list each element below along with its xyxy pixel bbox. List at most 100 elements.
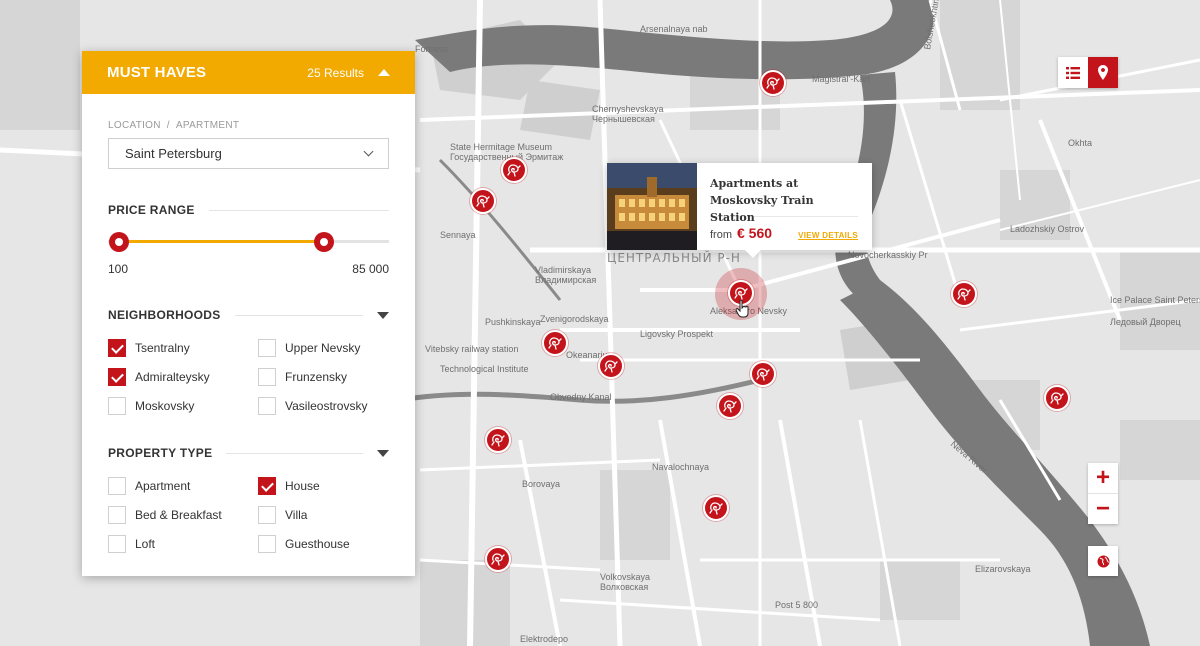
checkbox[interactable] [108,506,126,524]
map-marker[interactable] [703,495,729,521]
map-label-navalochnaya: Navalochnaya [652,462,709,472]
zoom-in-button[interactable]: + [1088,463,1118,493]
map-pin-icon [1098,65,1108,80]
map-marker[interactable] [760,70,786,96]
collapse-caret-icon[interactable] [378,69,390,76]
rose-logo-icon [756,368,770,381]
results-count: 25 Results [307,65,364,80]
neighborhood-option-upper-nevsky[interactable]: Upper Nevsky [258,339,398,357]
checkbox-label: Apartment [135,479,191,493]
checkbox-label: Guesthouse [285,537,350,551]
neighborhoods-header[interactable]: NEIGHBORHOODS [108,308,389,322]
checkbox-label: Vasileostrovsky [285,399,368,413]
rose-logo-icon [766,77,780,90]
minus-icon: − [1095,495,1110,522]
checkbox[interactable] [108,535,126,553]
breadcrumb-apartment[interactable]: APARTMENT [176,120,239,131]
map-marker[interactable] [485,546,511,572]
property-option-guesthouse[interactable]: Guesthouse [258,535,398,553]
map-marker[interactable] [542,330,568,356]
property-option-loft[interactable]: Loft [108,535,258,553]
neighborhood-option-moskovsky[interactable]: Moskovsky [108,397,258,415]
checkbox-label: Upper Nevsky [285,341,361,355]
filter-panel: MUST HAVES 25 Results LOCATION / APARTMENT… [82,51,415,576]
map-marker[interactable] [717,393,743,419]
checkbox[interactable] [108,477,126,495]
neighborhoods-list: Tsentralny Upper Nevsky Admiralteysky Fr… [108,339,389,415]
checkbox[interactable] [258,397,276,415]
rose-logo-icon [1050,392,1064,405]
map-label-elektrodepo: Elektrodepo [520,634,568,644]
location-value: Saint Petersburg [125,146,222,161]
map-label-tech-inst: Technological Institute [440,364,529,374]
checkbox[interactable] [258,506,276,524]
map-marker[interactable] [485,427,511,453]
map-label-magistral: Magistral'-Kart [812,74,870,84]
slider-min-handle[interactable] [109,232,129,252]
map-label-elizarovskaya: Elizarovskaya [975,564,1031,574]
expand-caret-icon[interactable] [377,311,389,319]
checkbox-label: Moskovsky [135,399,195,413]
hand-cursor-icon [736,300,749,318]
slider-fill [119,240,324,243]
map-label-hermitage: State Hermitage Museum [450,142,552,152]
zoom-out-button[interactable]: − [1088,494,1118,524]
checkbox[interactable] [108,339,126,357]
map-marker[interactable] [1044,385,1070,411]
checkbox[interactable] [258,339,276,357]
price-min-value: 100 [108,262,129,276]
breadcrumb-location[interactable]: LOCATION [108,120,161,131]
view-details-link[interactable]: VIEW DETAILS [798,231,858,240]
rose-logo-icon [723,400,737,413]
map-label-ladozhsky: Ladozhskiy Ostrov [1010,224,1085,234]
checkbox-label: Tsentralny [135,341,190,355]
map-marker[interactable] [501,157,527,183]
divider [226,452,363,454]
rose-logo-icon [491,553,505,566]
price-prefix: from [710,229,732,241]
neighborhood-option-vasileostrovsky[interactable]: Vasileostrovsky [258,397,398,415]
checkbox[interactable] [258,535,276,553]
property-option-apartment[interactable]: Apartment [108,477,258,495]
checkbox[interactable] [108,368,126,386]
property-type-header[interactable]: PROPERTY TYPE [108,446,389,460]
list-view-button[interactable] [1058,57,1088,88]
property-option-house[interactable]: House [258,477,398,495]
map-label-arsenalnaya: Arsenalnaya nab [640,24,708,34]
globe-button[interactable] [1088,546,1118,576]
checkbox[interactable] [258,477,276,495]
checkbox[interactable] [258,368,276,386]
view-toggle [1058,57,1118,88]
property-option-villa[interactable]: Villa [258,506,398,524]
map-label-district: ЦЕНТРАЛЬНЫЙ Р-Н [607,250,741,265]
map-label-volkovskaya: Volkovskaya [600,572,650,582]
location-select[interactable]: Saint Petersburg [108,138,389,169]
checkbox[interactable] [108,397,126,415]
property-photo[interactable] [607,163,697,250]
slider-max-handle[interactable] [314,232,334,252]
map-marker[interactable] [951,281,977,307]
map-view-button[interactable] [1088,57,1118,88]
list-icon [1066,66,1080,79]
breadcrumb: LOCATION / APARTMENT [108,120,389,131]
price-range-slider[interactable] [108,232,389,252]
rose-logo-icon [734,287,748,300]
property-type-list: Apartment House Bed & Breakfast Villa Lo… [108,477,389,553]
property-option-bed-breakfast[interactable]: Bed & Breakfast [108,506,258,524]
map-label-zvenigorodskaya: Zvenigorodskaya [540,314,609,324]
expand-caret-icon[interactable] [377,449,389,457]
map-marker[interactable] [598,353,624,379]
map-marker[interactable] [750,361,776,387]
rose-logo-icon [709,502,723,515]
checkbox-label: Bed & Breakfast [135,508,222,522]
map-label-obvodny: Obvodny Kanal [550,392,612,402]
filter-panel-header[interactable]: MUST HAVES 25 Results [82,51,415,94]
rose-logo-icon [604,360,618,373]
property-popup[interactable]: Apartments at Moskovsky Train Station fr… [607,163,872,258]
panel-title: MUST HAVES [107,64,207,81]
map-label-vitebsky: Vitebsky railway station [425,344,518,354]
neighborhood-option-admiralteysky[interactable]: Admiralteysky [108,368,258,386]
neighborhood-option-frunzensky[interactable]: Frunzensky [258,368,398,386]
map-marker[interactable] [470,188,496,214]
neighborhood-option-tsentralny[interactable]: Tsentralny [108,339,258,357]
